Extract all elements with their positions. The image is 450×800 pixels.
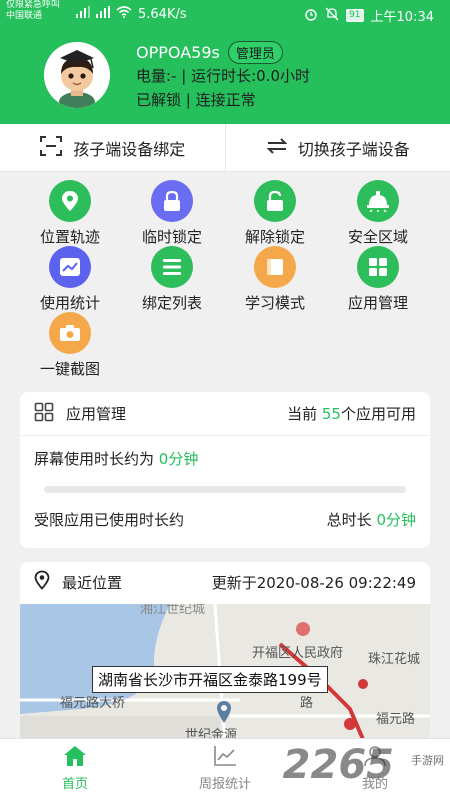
map-label-bridge: 福元路大桥 (60, 696, 126, 711)
switch-device-button[interactable]: 切换孩子端设备 (224, 124, 450, 171)
map-label-gov: 开福区人民政府 (252, 646, 344, 661)
unlock-icon (254, 180, 296, 222)
feature-temp-lock[interactable]: 临时锁定 (120, 180, 224, 246)
location-outline-icon (34, 570, 50, 594)
net-speed: 5.64K/s (138, 6, 187, 22)
wifi-icon (116, 6, 132, 22)
feature-label: 一键截图 (39, 360, 100, 378)
role-badge: 管理员 (227, 40, 283, 64)
grid-outline-icon (34, 402, 54, 426)
location-pin-icon (49, 180, 91, 222)
feature-label: 绑定列表 (141, 294, 202, 312)
nav-home-label: 首页 (61, 777, 88, 792)
map-label-road: 福元路 (376, 712, 416, 727)
status-bar: 仅限紧急呼叫 中国联通 5.64K/s 91 上午10:34 (0, 0, 450, 28)
watermark-brand: 2265 (282, 742, 394, 788)
app-count-text: 当前 55个应用可用 (287, 403, 416, 424)
feature-unlock[interactable]: 解除锁定 (223, 180, 327, 246)
app-count-suffix: 个应用可用 (340, 405, 416, 423)
signal-icon-2 (96, 6, 110, 22)
location-card-header: 最近位置 更新于2020-08-26 09:22:49 (20, 562, 430, 602)
lock-status: 已解锁 (136, 91, 182, 109)
feature-label: 使用统计 (39, 294, 100, 312)
carrier-line2: 中国联通 (6, 11, 43, 21)
nav-home[interactable]: 首页 (0, 739, 150, 800)
network-info: 5.64K/s (76, 6, 187, 22)
nav-weekly-label: 周报统计 (198, 777, 251, 792)
total-time: 总时长 0分钟 (327, 509, 416, 530)
restricted-label: 受限应用已使用时长约 (34, 510, 185, 529)
grid-icon (357, 246, 399, 288)
trend-chart-icon (213, 746, 237, 771)
app-count: 55 (321, 405, 341, 423)
map-label-road-mark: 路 (300, 696, 314, 711)
map-label-top: 湘江世纪城 (140, 604, 206, 617)
feature-app-manage[interactable]: 应用管理 (326, 246, 430, 312)
switch-device-label: 切换孩子端设备 (297, 139, 410, 159)
feature-usage-stats[interactable]: 使用统计 (18, 246, 122, 312)
battery-label: 电量:- (136, 67, 177, 85)
restricted-row: 受限应用已使用时长约 总时长 0分钟 (20, 501, 430, 537)
scan-icon (39, 135, 63, 161)
lock-icon (151, 180, 193, 222)
camera-icon (49, 312, 91, 354)
book-icon (254, 246, 296, 288)
total-value: 0分钟 (376, 510, 416, 529)
location-card-title: 最近位置 (62, 573, 123, 592)
feature-label: 应用管理 (347, 294, 408, 312)
list-icon (151, 246, 193, 288)
signal-icon (76, 6, 90, 22)
feature-location-track[interactable]: 位置轨迹 (18, 180, 122, 246)
watermark-sub: 手游网 (411, 754, 444, 767)
app-card-title: 应用管理 (66, 405, 127, 423)
screen-time-value: 0分钟 (158, 449, 199, 468)
usage-progress-bar (44, 486, 406, 493)
header: 仅限紧急呼叫 中国联通 5.64K/s 91 上午10:34 OPPOA59s … (0, 0, 450, 124)
profile-info: OPPOA59s 管理员 电量:- | 运行时长:0.0小时 已解锁 | 连接正… (136, 40, 310, 112)
home-icon (63, 746, 87, 771)
feature-label: 学习模式 (244, 294, 305, 312)
screen-time-row: 屏幕使用时长约为 0分钟 (20, 440, 430, 476)
feature-label: 安全区域 (347, 228, 408, 246)
connection-status: 连接正常 (195, 91, 256, 109)
feature-label: 临时锁定 (141, 228, 202, 246)
total-label: 总时长 (326, 510, 372, 529)
clock: 上午10:34 (370, 10, 434, 25)
feature-safe-zone[interactable]: 安全区域 (326, 180, 430, 246)
device-status: 已解锁 | 连接正常 (136, 91, 256, 109)
app-count-prefix: 当前 (287, 405, 318, 423)
feature-bind-list[interactable]: 绑定列表 (120, 246, 224, 312)
bind-device-label: 孩子端设备绑定 (73, 139, 186, 159)
device-stats: 电量:- | 运行时长:0.0小时 (136, 67, 310, 85)
bind-bar: 孩子端设备绑定 切换孩子端设备 (0, 124, 450, 172)
switch-icon (266, 137, 288, 159)
feature-label: 位置轨迹 (39, 228, 100, 246)
dome-light-icon (357, 180, 399, 222)
alarm-icon (304, 7, 318, 25)
runtime-label: 运行时长:0.0小时 (191, 67, 310, 85)
app-card-header: 应用管理 当前 55个应用可用 (20, 392, 430, 436)
map-marker-icon (216, 700, 232, 728)
address-bubble: 湖南省长沙市开福区金泰路199号 (92, 666, 328, 693)
location-map[interactable]: 湘江世纪城 开福区人民政府 珠江花城 福元路大桥 福元路 世纪金源 路 湖南省长… (20, 604, 430, 742)
carrier-info: 仅限紧急呼叫 中国联通 (6, 0, 60, 22)
location-updated: 更新于2020-08-26 09:22:49 (211, 573, 416, 592)
feature-label: 解除锁定 (244, 228, 305, 246)
avatar[interactable] (44, 42, 110, 108)
chart-icon (49, 246, 91, 288)
nav-weekly[interactable]: 周报统计 (150, 739, 300, 800)
device-name: OPPOA59s (136, 42, 220, 62)
battery-icon: 91 (346, 9, 364, 22)
feature-screenshot[interactable]: 一键截图 (18, 312, 122, 378)
carrier-line1: 仅限紧急呼叫 (6, 0, 61, 10)
status-right: 91 上午10:34 (304, 6, 434, 25)
feature-study-mode[interactable]: 学习模式 (223, 246, 327, 312)
mute-icon (325, 7, 339, 25)
screen-time-label: 屏幕使用时长约为 (34, 449, 155, 468)
location-card: 最近位置 更新于2020-08-26 09:22:49 湘江世纪城 开福区人民政… (20, 562, 430, 742)
map-label-garden: 珠江花城 (368, 652, 421, 667)
bind-device-button[interactable]: 孩子端设备绑定 (0, 124, 225, 171)
app-management-card: 应用管理 当前 55个应用可用 屏幕使用时长约为 0分钟 受限应用已使用时长约 … (20, 392, 430, 548)
